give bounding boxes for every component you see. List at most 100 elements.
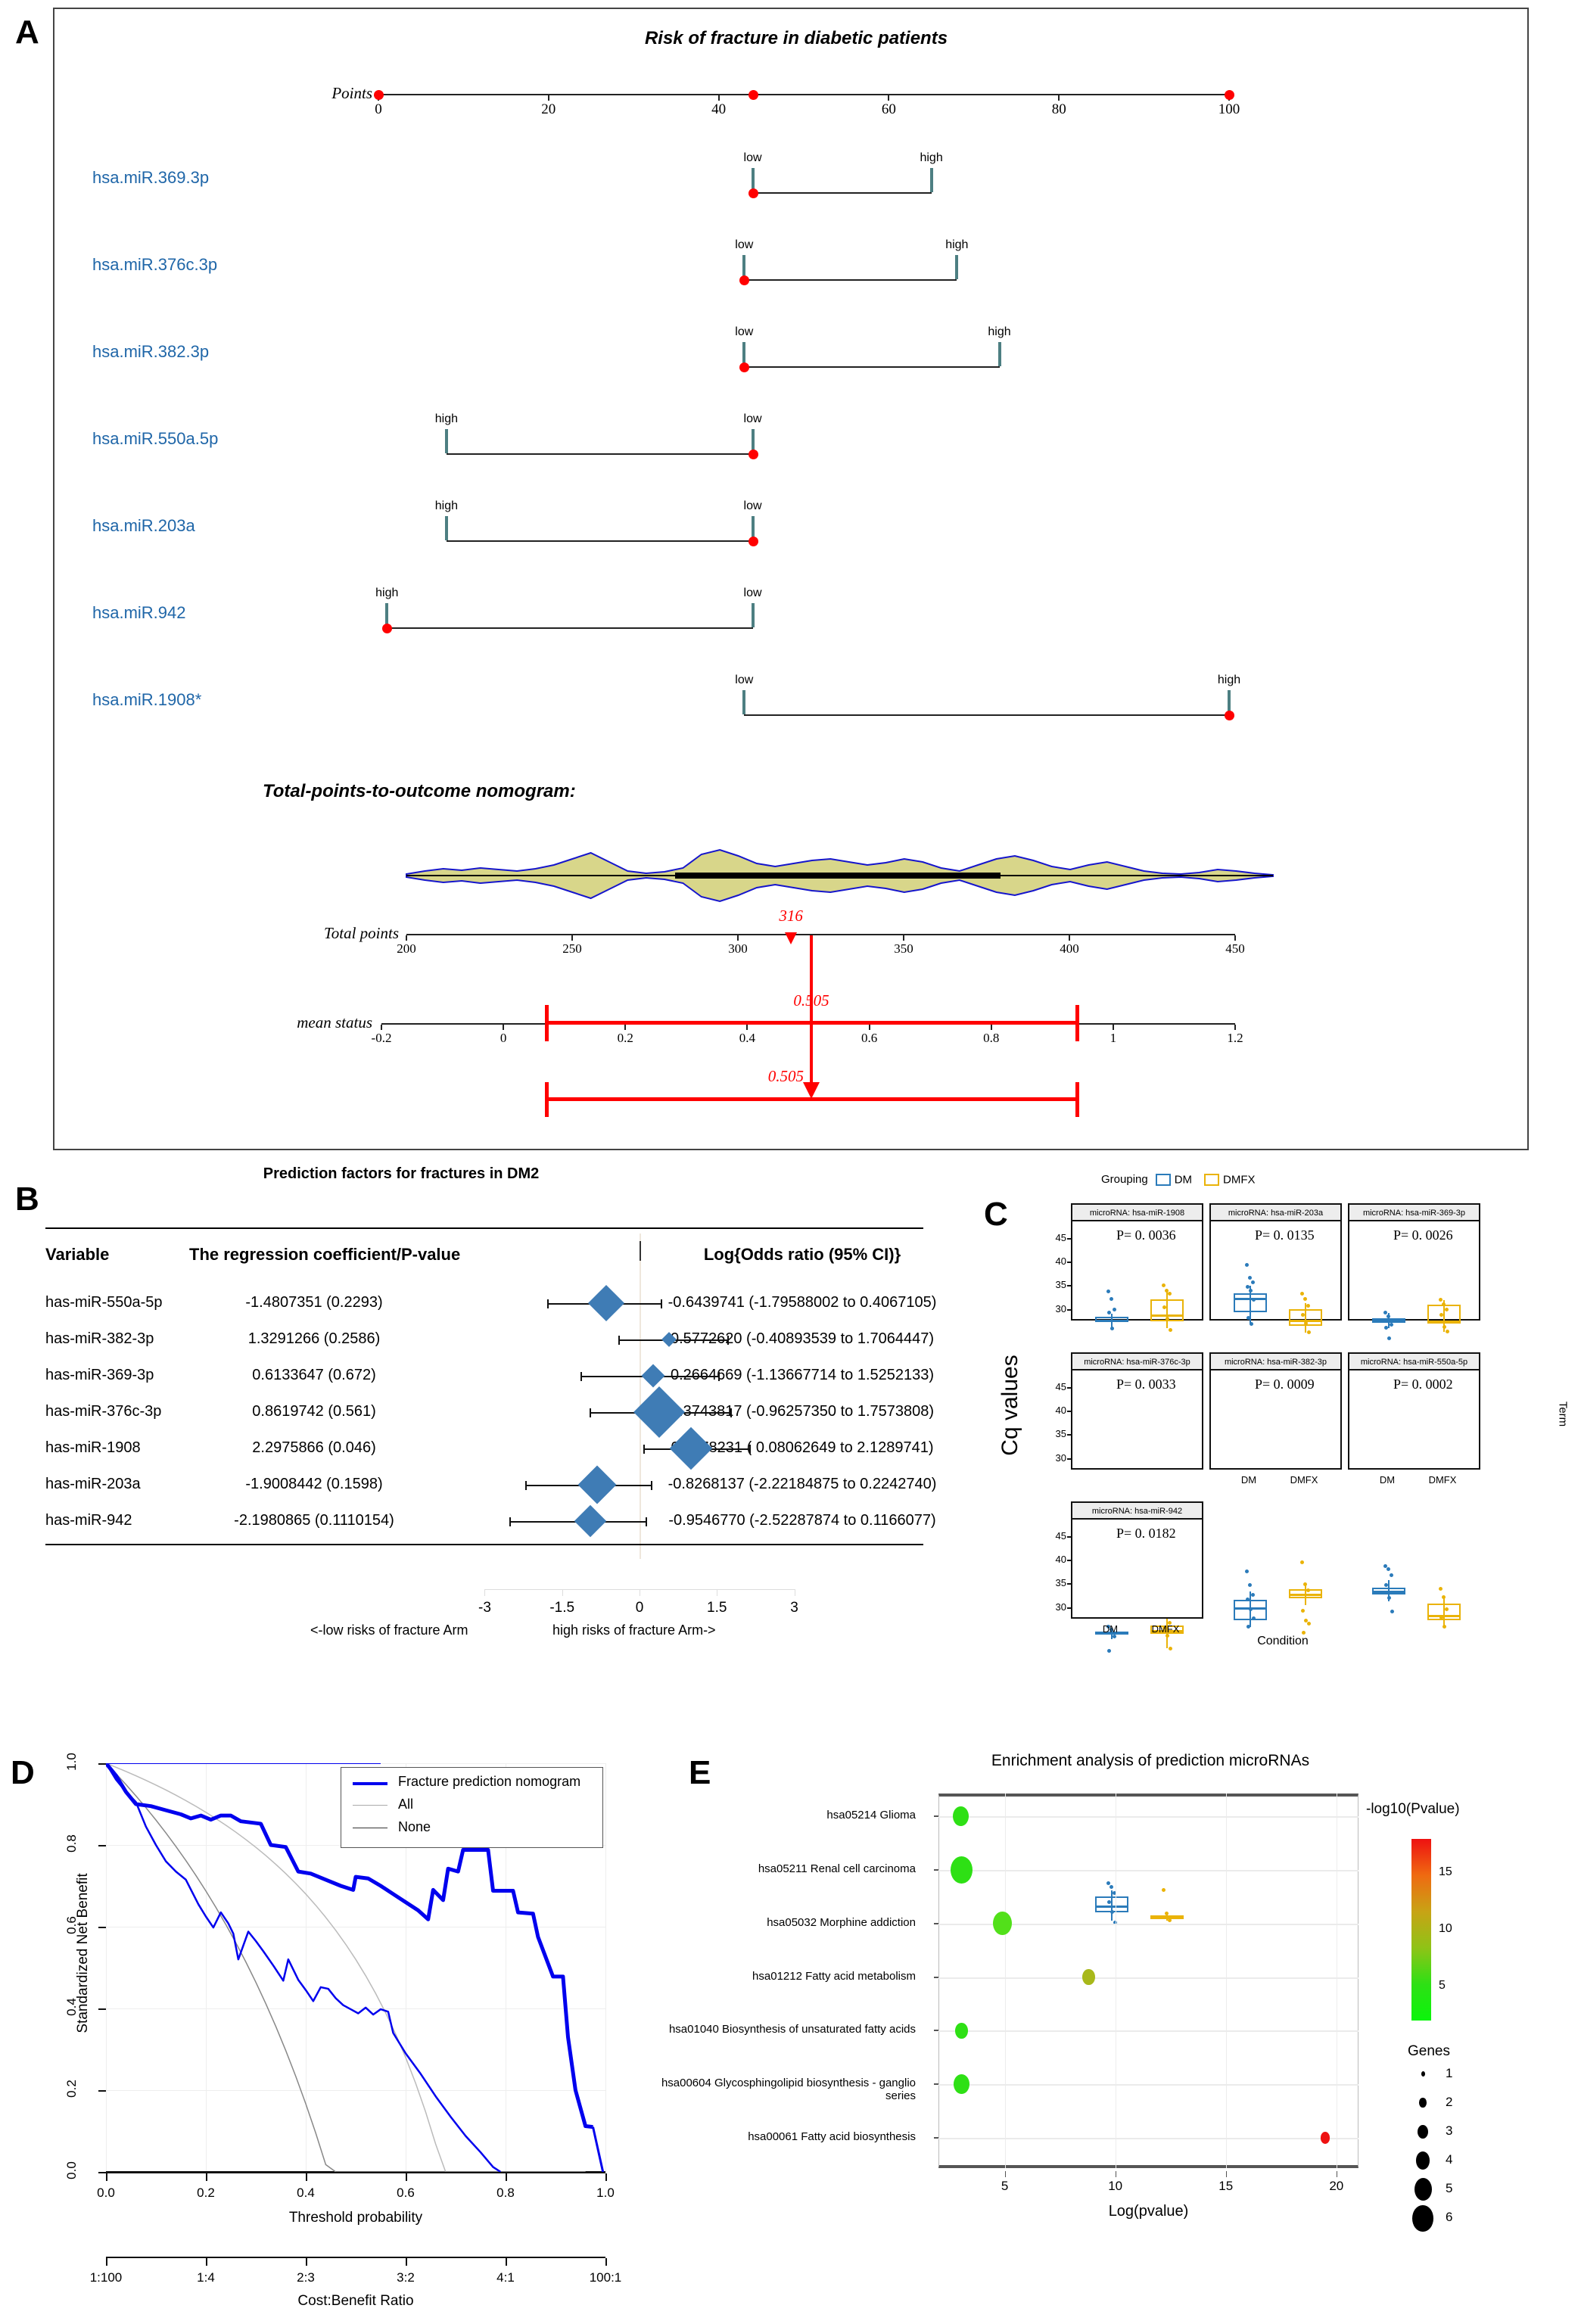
nomogram-row-level-left-3: high bbox=[434, 412, 459, 425]
panel-c-box-1-DM bbox=[1234, 1293, 1267, 1313]
panel-d-decision-curve: 0.0 0.2 0.4 0.6 0.8 1.0 Threshold probability 0… bbox=[0, 1695, 666, 2324]
nomogram-row-marker-6 bbox=[1225, 711, 1234, 720]
panel-c-legend: Grouping DM DMFX bbox=[1101, 1173, 1495, 1187]
panel-d-x-axis bbox=[106, 2172, 605, 2173]
panel-c-point-5-FX-4 bbox=[1443, 1624, 1446, 1629]
panel-e-x-tick-label-2: 15 bbox=[1218, 2179, 1234, 2193]
panel-d-cb-tickmark-0 bbox=[106, 2258, 107, 2266]
panel-e-term-tickmark-3 bbox=[934, 1976, 938, 1978]
panel-c-point-0-DM-2 bbox=[1113, 1308, 1116, 1312]
panel-c-point-0-FX-5 bbox=[1169, 1327, 1172, 1332]
panel-e-color-legend-tick-1 bbox=[1431, 1930, 1436, 1931]
panel-c-legend-title: Grouping bbox=[1101, 1173, 1148, 1186]
total-points-tick-label: 350 bbox=[894, 941, 913, 956]
nomogram-row-label-3: hsa.miR.550a.5p bbox=[92, 429, 219, 448]
panel-e-x-tickmark-0 bbox=[1004, 2171, 1006, 2177]
panel-e-bubble-1 bbox=[951, 1856, 973, 1884]
nomogram-row-level-right-2: high bbox=[988, 325, 1011, 338]
panel-c-point-3-FX-5 bbox=[1169, 1647, 1172, 1651]
panel-d-x-tick-label-1: 0.2 bbox=[197, 2186, 215, 2200]
panel-d-cb-tick-label-2: 2:3 bbox=[297, 2270, 315, 2285]
nomogram-row-level-right-1: high bbox=[945, 238, 969, 251]
panel-b-ci-cap-high-1 bbox=[727, 1336, 730, 1345]
panel-c-facet-strip-6: microRNA: hsa-miR-942 bbox=[1072, 1503, 1202, 1520]
panel-c-median-2-DM bbox=[1372, 1320, 1405, 1323]
panel-c-y-tickmark-3-1 bbox=[1067, 1411, 1071, 1413]
panel-e-size-legend-dot-4 bbox=[1414, 2178, 1432, 2201]
nomogram-row-stem-right-5 bbox=[751, 603, 755, 627]
panel-b-variable-0: has-miR-550a-5p bbox=[45, 1294, 163, 1311]
panel-e-term-tickmark-5 bbox=[934, 2083, 938, 2086]
mean-status-tick bbox=[990, 1025, 992, 1030]
panel-c-point-2-DM-3 bbox=[1384, 1326, 1388, 1330]
panel-e-term-tickmark-4 bbox=[934, 2030, 938, 2032]
nomogram-row-label-4: hsa.miR.203a bbox=[92, 516, 195, 535]
points-axis-tick-label: 60 bbox=[881, 101, 896, 117]
panel-b-variable-3: has-miR-376c-3p bbox=[45, 1403, 162, 1420]
panel-c-facet-pvalue-1: P= 0. 0135 bbox=[1255, 1227, 1315, 1243]
total-points-tick-label: 300 bbox=[728, 941, 748, 956]
points-axis-tick-label: 40 bbox=[711, 101, 727, 117]
panel-d-legend-label-0: Fracture prediction nomogram bbox=[398, 1774, 581, 1789]
panel-e-bubble-0 bbox=[952, 1806, 969, 1826]
panel-d-cost-benefit-title: Cost:Benefit Ratio bbox=[297, 2293, 414, 2309]
panel-c-point-1-DM-6 bbox=[1246, 1316, 1250, 1320]
nomogram-row-level-right-5: low bbox=[743, 586, 762, 599]
nomogram-row-level-left-0: low bbox=[743, 151, 762, 164]
panel-b-oddsratio-0: -0.6439741 (-1.79588002 to 0.4067105) bbox=[668, 1294, 937, 1311]
panel-d-y-tickmark-3 bbox=[98, 1927, 106, 1928]
panel-c-point-5-DM-5 bbox=[1390, 1609, 1394, 1613]
panel-c-legend-label-1: DMFX bbox=[1223, 1173, 1256, 1187]
panel-a-nomogram: Risk of fracture in diabetic patients Poi… bbox=[53, 8, 1529, 1150]
nomogram-row-label-5: hsa.miR.942 bbox=[92, 603, 186, 622]
panel-c-point-3-DM-3 bbox=[1107, 1649, 1111, 1654]
panel-b-ci-cap-high-5 bbox=[651, 1481, 653, 1490]
nomogram-row-line-2 bbox=[744, 366, 1000, 368]
panel-d-y-tickmark-2 bbox=[98, 2008, 106, 2010]
panel-d-x-tickmark-4 bbox=[506, 2173, 507, 2181]
panel-e-gridline-v-2 bbox=[1225, 1794, 1227, 2168]
panel-d-x-tickmark-1 bbox=[206, 2173, 207, 2181]
panel-c-box-5-FX bbox=[1427, 1604, 1461, 1620]
panel-c-legend-item-1: DMFX bbox=[1204, 1173, 1256, 1187]
panel-c-y-tickmark-0-1 bbox=[1067, 1262, 1071, 1264]
total-points-tick bbox=[571, 935, 573, 941]
nomogram-row-stem-right-1 bbox=[955, 255, 959, 279]
panel-d-y-tickmark-4 bbox=[98, 1845, 106, 1846]
panel-c-legend-item-0: DM bbox=[1155, 1173, 1192, 1187]
nomogram-row-level-right-3: low bbox=[743, 412, 762, 425]
panel-c-y-tickmark-6-3 bbox=[1067, 1607, 1071, 1609]
mean-status-tick bbox=[1112, 1025, 1114, 1030]
mean-status-ci-label: 0.505 bbox=[767, 1067, 805, 1085]
panel-c-facet-pvalue-2: P= 0. 0026 bbox=[1393, 1227, 1453, 1243]
panel-e-gridline-h-1 bbox=[938, 1869, 1358, 1871]
panel-b-axis-tick-label: 3 bbox=[790, 1600, 798, 1616]
panel-c-facet-strip-3: microRNA: hsa-miR-376c-3p bbox=[1072, 1354, 1202, 1370]
mean-status-lower-ci-bar bbox=[546, 1097, 1077, 1101]
panel-e-color-legend-label-0: 15 bbox=[1439, 1865, 1452, 1878]
panel-c-point-4-FX-3 bbox=[1301, 1609, 1305, 1613]
points-axis-tick-label: 20 bbox=[541, 101, 556, 117]
panel-c-point-2-FX-0 bbox=[1439, 1298, 1443, 1302]
panel-d-x-tickmark-2 bbox=[306, 2173, 307, 2181]
panel-c-y-tick-6-1: 40 bbox=[1055, 1554, 1066, 1566]
panel-e-term-label-4: hsa01040 Biosynthesis of unsaturated fat… bbox=[668, 2023, 916, 2036]
panel-a-plot-area: Risk of fracture in diabetic patients Poi… bbox=[54, 9, 1527, 1149]
panel-d-y-tickmark-5 bbox=[98, 1763, 106, 1765]
panel-c-facet-strip-5: microRNA: hsa-miR-550a-5p bbox=[1349, 1354, 1479, 1370]
panel-e-plot-frame bbox=[938, 1794, 1358, 2168]
panel-d-x-tick-label-3: 0.6 bbox=[397, 2186, 415, 2200]
panel-e-term-label-0: hsa05214 Glioma bbox=[826, 1809, 916, 1822]
nomogram-row-stem-right-0 bbox=[929, 168, 933, 192]
panel-c-point-2-DM-0 bbox=[1383, 1310, 1387, 1314]
panel-e-x-tick-label-1: 10 bbox=[1108, 2179, 1123, 2193]
panel-b-ci-cap-low-3 bbox=[590, 1408, 592, 1417]
panel-e-gridline-h-6 bbox=[938, 2138, 1358, 2139]
nomogram-row-line-0 bbox=[752, 192, 932, 194]
panel-d-legend-swatch-0 bbox=[353, 1782, 387, 1785]
panel-d-y-axis-title: Standardized Net Benefit bbox=[75, 1873, 91, 2033]
panel-c-point-1-DM-1 bbox=[1248, 1275, 1252, 1280]
panel-e-gridline-h-4 bbox=[938, 2030, 1358, 2033]
panel-c-facet-pvalue-4: P= 0. 0009 bbox=[1255, 1377, 1315, 1392]
mean-status-tick-label: 0.4 bbox=[739, 1031, 756, 1045]
